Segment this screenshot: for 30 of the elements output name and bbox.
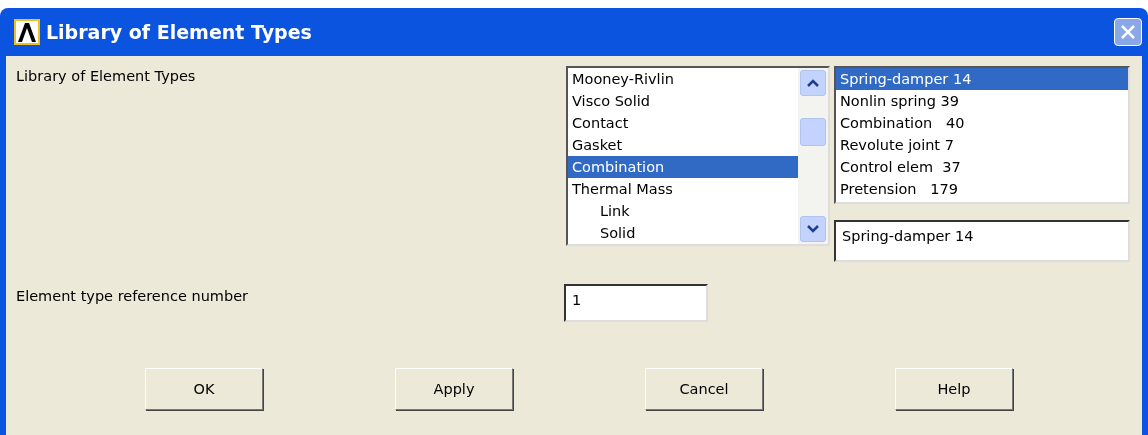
library-label: Library of Element Types — [16, 67, 197, 86]
list-item[interactable]: Gasket — [568, 134, 798, 156]
window-title: Library of Element Types — [46, 21, 312, 43]
list-item[interactable]: Combination 40 — [836, 112, 1128, 134]
list-item[interactable]: Solid — [568, 222, 798, 244]
logo-icon — [14, 19, 40, 45]
list-item[interactable]: Visco Solid — [568, 90, 798, 112]
close-icon — [1120, 24, 1136, 40]
list-item[interactable]: Control elem 37 — [836, 156, 1128, 178]
reference-number-field[interactable]: 1 — [564, 284, 708, 322]
list-item[interactable]: Revolute joint 7 — [836, 134, 1128, 156]
dialog-button[interactable]: OK — [145, 368, 263, 410]
list-item[interactable]: Combination — [568, 156, 798, 178]
reference-label: Element type reference number — [16, 287, 250, 306]
list-item[interactable]: Nonlin spring 39 — [836, 90, 1128, 112]
close-button[interactable] — [1114, 18, 1142, 46]
list-item[interactable]: Pretension 179 — [836, 178, 1128, 200]
dialog-button[interactable]: Cancel — [645, 368, 763, 410]
list-item[interactable]: Thermal Mass — [568, 178, 798, 200]
scroll-down-button[interactable] — [800, 216, 826, 242]
dialog-button[interactable]: Help — [895, 368, 1013, 410]
scrollbar[interactable] — [798, 68, 828, 244]
selection-field[interactable]: Spring-damper 14 — [834, 220, 1130, 262]
dialog-button[interactable]: Apply — [395, 368, 513, 410]
scroll-up-button[interactable] — [800, 70, 826, 96]
scroll-thumb[interactable] — [800, 118, 826, 146]
list-item[interactable]: Link — [568, 200, 798, 222]
list-item[interactable]: Contact — [568, 112, 798, 134]
list-item[interactable]: Spring-damper 14 — [836, 68, 1128, 90]
list-item[interactable]: Mooney-Rivlin — [568, 68, 798, 90]
